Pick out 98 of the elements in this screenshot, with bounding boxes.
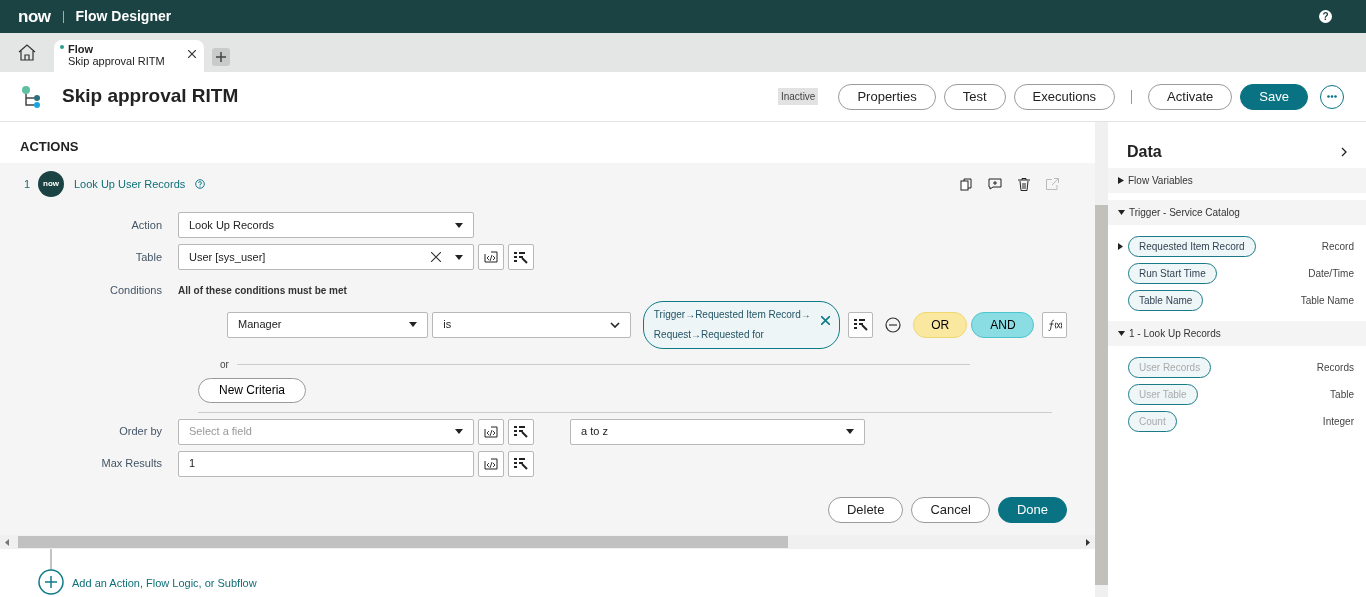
data-type: Table — [1330, 388, 1354, 402]
script-toggle-button[interactable] — [478, 244, 504, 270]
data-pill[interactable]: Table Name — [1128, 290, 1204, 311]
header-button[interactable]: Properties — [838, 83, 936, 110]
script-toggle-button[interactable] — [478, 450, 504, 477]
and-button[interactable]: AND — [971, 311, 1035, 338]
data-type: Table Name — [1300, 294, 1354, 308]
help-icon[interactable]: ? — [1319, 10, 1332, 23]
max-results-input[interactable]: 1 — [178, 450, 474, 477]
scroll-right-icon[interactable] — [1086, 538, 1090, 546]
step-button[interactable]: Cancel — [911, 496, 990, 523]
field-label: Max Results — [100, 456, 163, 472]
add-tab-button[interactable] — [212, 48, 230, 66]
caret-icon — [455, 222, 463, 228]
section-header[interactable]: Flow Variables — [1108, 168, 1366, 193]
step-button[interactable]: Delete — [827, 496, 904, 523]
list-pick-icon — [514, 250, 528, 264]
panel-title: Data — [1127, 141, 1162, 162]
step-app-icon: now — [38, 171, 64, 197]
data-type: Records — [1316, 361, 1354, 375]
header-button[interactable]: Save — [1240, 83, 1308, 110]
step-button[interactable]: Done — [997, 496, 1067, 523]
more-options-button[interactable] — [1320, 84, 1344, 109]
flow-icon — [20, 84, 42, 109]
close-icon[interactable] — [188, 50, 196, 58]
ellipsis-icon — [1327, 95, 1337, 98]
data-pill-picker-button[interactable] — [508, 450, 534, 477]
remove-condition-icon[interactable] — [884, 316, 901, 333]
field-label: Conditions — [109, 283, 163, 298]
section-header[interactable]: Trigger - Service Catalog — [1108, 200, 1366, 225]
section-header[interactable]: 1 - Look Up Records — [1108, 321, 1366, 346]
conditions-summary: All of these conditions must be met — [178, 283, 347, 298]
header-button[interactable]: Executions — [1013, 83, 1116, 110]
data-pill-picker-button[interactable] — [508, 244, 534, 270]
clear-icon[interactable] — [431, 252, 441, 262]
script-icon — [484, 251, 498, 263]
operator-select[interactable]: is — [432, 311, 631, 338]
data-pill[interactable]: Requested Item Record — [1128, 236, 1256, 257]
add-action-link[interactable]: Add an Action, Flow Logic, or Subflow — [72, 575, 257, 592]
plus-icon — [216, 52, 226, 62]
copy-icon[interactable] — [960, 177, 972, 191]
data-pill[interactable]: Trigger→Requested Item Record→Request→Requested for — [642, 300, 841, 349]
script-toggle-button[interactable] — [478, 418, 504, 445]
step-number: 1 — [24, 176, 32, 192]
script-icon — [484, 425, 498, 438]
data-type: Record — [1321, 240, 1354, 254]
field-label: Order by — [118, 424, 163, 440]
or-button[interactable]: OR — [912, 311, 968, 338]
function-button[interactable] — [1042, 311, 1067, 338]
caret-icon — [455, 429, 463, 434]
add-comment-icon[interactable] — [988, 178, 1002, 190]
header-button[interactable]: Activate — [1148, 83, 1233, 110]
field-label: Table — [134, 249, 163, 265]
trash-icon[interactable] — [1018, 177, 1030, 191]
step-title[interactable]: Look Up User Records — [74, 175, 186, 193]
status-badge: Inactive — [777, 88, 819, 105]
tab-title: Skip approval RITM — [68, 55, 166, 67]
flow-title: Skip approval RITM — [62, 85, 239, 108]
expand-icon[interactable] — [1118, 243, 1123, 250]
header-button[interactable]: Test — [943, 83, 1006, 110]
flow-tab[interactable]: Flow Skip approval RITM — [54, 40, 204, 72]
list-pick-icon — [853, 318, 868, 331]
list-pick-icon — [514, 457, 528, 470]
function-icon — [1047, 318, 1062, 331]
chevron-icon — [609, 321, 620, 328]
caret-icon — [846, 429, 854, 434]
product-title: Flow Designer — [75, 7, 172, 26]
data-type: Integer — [1322, 415, 1354, 429]
data-pill-picker-button[interactable] — [508, 418, 534, 445]
tab-type: Flow — [68, 43, 95, 55]
field-label: Action — [130, 217, 163, 233]
logo-text: now — [18, 8, 51, 25]
collapse-panel-icon[interactable] — [1341, 146, 1347, 157]
list-pick-icon — [514, 425, 528, 438]
add-action-icon[interactable] — [38, 549, 64, 596]
sort-direction-select[interactable]: a to z — [570, 418, 865, 445]
section-heading: ACTIONS — [19, 138, 80, 156]
data-pill[interactable]: Run Start Time — [1128, 263, 1217, 284]
collapsed-icon — [1118, 177, 1124, 184]
data-pill-picker-button[interactable] — [848, 311, 873, 338]
scroll-left-icon[interactable] — [5, 538, 9, 546]
or-separator: or — [220, 357, 229, 372]
script-icon — [484, 457, 498, 470]
condition-field-select[interactable]: Manager — [227, 311, 429, 338]
new-criteria-button[interactable]: New Criteria — [198, 377, 306, 403]
vertical-scrollbar[interactable] — [1095, 122, 1108, 597]
action-select[interactable]: Look Up Records — [178, 212, 474, 238]
horizontal-scrollbar[interactable] — [0, 535, 1095, 549]
remove-icon[interactable] — [821, 315, 831, 325]
caret-icon — [455, 254, 463, 260]
expanded-icon — [1118, 210, 1125, 215]
home-icon[interactable] — [18, 44, 36, 61]
caret-icon — [409, 322, 418, 327]
table-select[interactable]: User [sys_user] — [178, 244, 474, 270]
expanded-icon — [1118, 331, 1125, 336]
help-icon[interactable] — [195, 179, 206, 189]
pill-text: Trigger→Requested Item Record→Request→Requested for — [653, 308, 811, 340]
data-type: Date/Time — [1308, 267, 1354, 281]
